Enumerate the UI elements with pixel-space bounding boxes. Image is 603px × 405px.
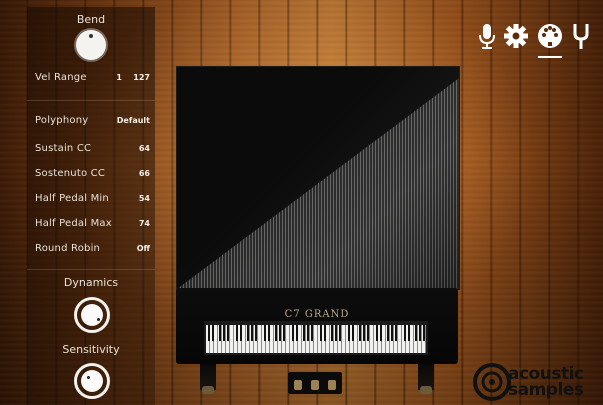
- caster-wheel: [202, 386, 214, 394]
- half-pedal-min-value[interactable]: 54: [139, 194, 150, 203]
- setting-row-round-robin: Round Robin Off: [35, 243, 150, 259]
- pedal: [311, 380, 319, 390]
- piano-black-keys: [206, 325, 426, 341]
- dynamics-knob[interactable]: [74, 297, 110, 333]
- tuning-fork-icon[interactable]: [570, 22, 592, 50]
- divider: [27, 100, 155, 101]
- piano-leg-left: [200, 364, 216, 394]
- gear-icon[interactable]: [503, 22, 529, 50]
- sensitivity-knob-cap: [81, 370, 103, 392]
- divider: [27, 269, 155, 270]
- pedal: [294, 380, 302, 390]
- setting-row-polyphony: Polyphony Default: [35, 115, 150, 131]
- half-pedal-max-value[interactable]: 74: [139, 219, 150, 228]
- lid-shading: [177, 67, 459, 289]
- plugin-window: Bend Vel Range 1 127 Polyphony Default S…: [0, 0, 603, 405]
- pedal: [328, 380, 336, 390]
- vel-range-label: Vel Range: [35, 72, 87, 83]
- piano-lid: [176, 66, 460, 290]
- sostenuto-cc-value[interactable]: 66: [139, 169, 150, 178]
- dynamics-knob-cap: [81, 304, 103, 326]
- setting-row-half-pedal-max: Half Pedal Max 74: [35, 218, 150, 234]
- midi-icon[interactable]: [536, 22, 562, 50]
- setting-label: Half Pedal Min: [35, 193, 109, 204]
- round-robin-value[interactable]: Off: [137, 244, 150, 253]
- sustain-cc-value[interactable]: 64: [139, 144, 150, 153]
- sensitivity-knob[interactable]: [74, 363, 110, 399]
- bend-knob[interactable]: [76, 30, 106, 60]
- setting-row-sostenuto-cc: Sostenuto CC 66: [35, 168, 150, 184]
- vel-range-max-value[interactable]: 127: [133, 73, 150, 82]
- microphone-icon[interactable]: [474, 22, 500, 50]
- settings-panel: Bend Vel Range 1 127 Polyphony Default S…: [27, 7, 155, 405]
- bend-label: Bend: [76, 13, 106, 26]
- setting-row-sustain-cc: Sustain CC 64: [35, 143, 150, 159]
- bend-knob-indicator: [89, 34, 93, 38]
- sensitivity-label: Sensitivity: [62, 343, 120, 356]
- polyphony-value[interactable]: Default: [117, 116, 150, 125]
- dynamics-label: Dynamics: [63, 276, 119, 289]
- setting-label: Sostenuto CC: [35, 168, 106, 179]
- piano-pedals: [288, 372, 342, 394]
- setting-label: Sustain CC: [35, 143, 92, 154]
- dynamics-knob-indicator: [97, 318, 100, 321]
- caster-wheel: [420, 386, 432, 394]
- setting-row-half-pedal-min: Half Pedal Min 54: [35, 193, 150, 209]
- setting-label: Polyphony: [35, 115, 89, 126]
- piano-brand-label: C7 GRAND: [284, 309, 350, 320]
- setting-label: Round Robin: [35, 243, 101, 254]
- vel-range-min-value[interactable]: 1: [116, 73, 122, 82]
- sensitivity-knob-indicator: [87, 376, 90, 379]
- setting-label: Half Pedal Max: [35, 218, 112, 229]
- vel-range-row: Vel Range 1 127: [35, 72, 150, 88]
- piano-leg-right: [418, 364, 434, 394]
- active-tab-indicator: [538, 56, 562, 58]
- logo-text-line2: samples: [508, 380, 584, 400]
